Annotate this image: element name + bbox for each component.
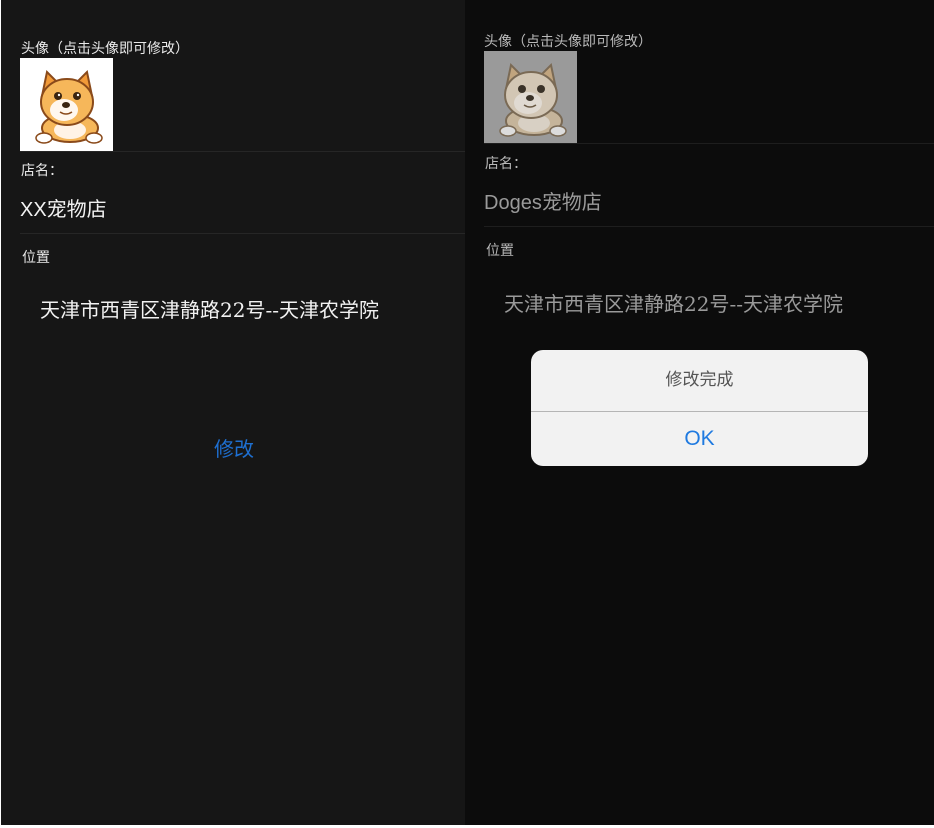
location-label: 位置 (22, 250, 50, 266)
shop-name-field[interactable]: Doges宠物店 (484, 186, 602, 215)
shiba-dog-icon (35, 69, 103, 144)
address-field[interactable]: 天津市西青区津静路22号--天津农学院 (504, 288, 843, 317)
alert-message: 修改完成 (665, 370, 734, 390)
divider (484, 226, 934, 227)
avatar-label: 头像（点击头像即可修改） (21, 41, 189, 57)
location-label: 位置 (486, 243, 514, 259)
address-field[interactable]: 天津市西青区津静路22号--天津农学院 (40, 294, 379, 323)
avatar[interactable] (484, 51, 577, 144)
modify-button[interactable]: 修改 (214, 433, 254, 462)
edit-shop-screen: 头像（点击头像即可修改） 店名： XX宠物店 位置 天津市西青区津静路22号--… (1, 0, 465, 825)
ok-button[interactable]: OK (531, 412, 868, 466)
edit-shop-screen-with-alert: 头像（点击头像即可修改） 店名： Doges宠物店 位置 天津市西青区津静路22… (465, 0, 934, 825)
alert-dialog: 修改完成 OK (531, 350, 868, 466)
shop-name-label: 店名： (21, 163, 63, 179)
avatar-label: 头像（点击头像即可修改） (484, 34, 652, 50)
shop-name-field[interactable]: XX宠物店 (20, 193, 107, 222)
avatar[interactable] (20, 58, 113, 151)
divider (20, 151, 465, 152)
divider (484, 143, 934, 144)
shop-name-label: 店名： (485, 156, 527, 172)
shiba-dog-icon (499, 62, 567, 137)
divider (20, 233, 465, 234)
